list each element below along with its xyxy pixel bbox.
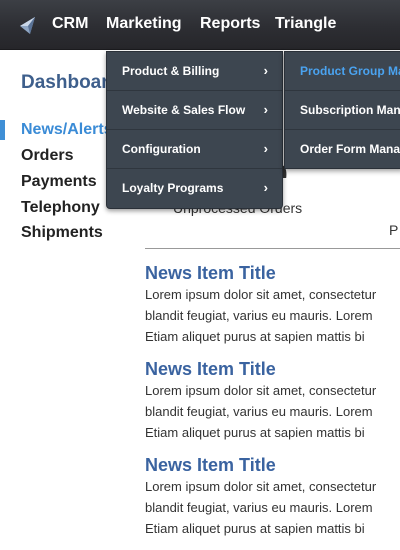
submenu-item-product-group-management[interactable]: Product Group Management — [285, 52, 400, 91]
news-item-title[interactable]: News Item Title — [145, 262, 400, 284]
sidebar-active-indicator — [0, 120, 5, 140]
news-item: News Item Title Lorem ipsum dolor sit am… — [145, 262, 400, 347]
nav-marketing[interactable]: Marketing — [106, 15, 182, 33]
news-item-text: Lorem ipsum dolor sit amet, consectetur — [145, 479, 377, 494]
submenu-item-label: Order Form Management — [300, 142, 400, 156]
sidebar-item-telephony[interactable]: Telephony — [21, 199, 100, 217]
submenu-item-subscription-management[interactable]: Subscription Management — [285, 91, 400, 130]
nav-crm[interactable]: CRM — [52, 15, 88, 33]
menu-item-label: Website & Sales Flow — [122, 103, 246, 117]
menu-item-configuration[interactable]: Configuration › — [107, 130, 282, 169]
section-divider — [145, 248, 400, 249]
triangle-logo-icon[interactable] — [17, 14, 39, 36]
sidebar-item-orders[interactable]: Orders — [21, 147, 73, 165]
chevron-right-icon: › — [263, 102, 268, 117]
news-item-title[interactable]: News Item Title — [145, 454, 400, 476]
widget-second-column-label: P — [389, 222, 399, 238]
nav-reports[interactable]: Reports — [200, 15, 260, 33]
chevron-right-icon: › — [263, 63, 268, 78]
news-item-title[interactable]: News Item Title — [145, 358, 400, 380]
menu-item-loyalty-programs[interactable]: Loyalty Programs › — [107, 169, 282, 208]
news-item-text: blandit feugiat, varius eu mauris. Lorem — [145, 308, 373, 323]
news-item-text: Etiam aliquet purus at sapien mattis bi — [145, 521, 365, 536]
chevron-right-icon: › — [263, 141, 268, 156]
news-item-text: blandit feugiat, varius eu mauris. Lorem — [145, 404, 373, 419]
news-item-text: Lorem ipsum dolor sit amet, consectetur — [145, 383, 377, 398]
news-item-text: Etiam aliquet purus at sapien mattis bi — [145, 329, 365, 344]
menu-item-product-billing[interactable]: Product & Billing › — [107, 52, 282, 91]
submenu-item-order-form-management[interactable]: Order Form Management — [285, 130, 400, 169]
nav-triangle[interactable]: Triangle — [275, 15, 336, 33]
menu-item-website-sales-flow[interactable]: Website & Sales Flow › — [107, 91, 282, 130]
news-item: News Item Title Lorem ipsum dolor sit am… — [145, 454, 400, 539]
chevron-right-icon: › — [263, 180, 268, 195]
marketing-dropdown-menu: Product & Billing › Website & Sales Flow… — [106, 51, 283, 209]
news-item: News Item Title Lorem ipsum dolor sit am… — [145, 358, 400, 443]
menu-item-label: Configuration — [122, 142, 201, 156]
sidebar-item-payments[interactable]: Payments — [21, 173, 97, 191]
menu-item-label: Loyalty Programs — [122, 181, 224, 195]
sidebar-item-news-alerts[interactable]: News/Alerts — [21, 121, 113, 139]
submenu-item-label: Product Group Management — [300, 64, 400, 78]
menu-item-label: Product & Billing — [122, 64, 220, 78]
top-navigation-bar: CRM Marketing Reports Triangle — [0, 0, 400, 50]
product-billing-submenu: Product Group Management Subscription Ma… — [284, 51, 400, 169]
news-item-text: Etiam aliquet purus at sapien mattis bi — [145, 425, 365, 440]
news-item-text: blandit feugiat, varius eu mauris. Lorem — [145, 500, 373, 515]
submenu-item-label: Subscription Management — [300, 103, 400, 117]
sidebar-item-shipments[interactable]: Shipments — [21, 224, 103, 242]
news-item-text: Lorem ipsum dolor sit amet, consectetur — [145, 287, 377, 302]
